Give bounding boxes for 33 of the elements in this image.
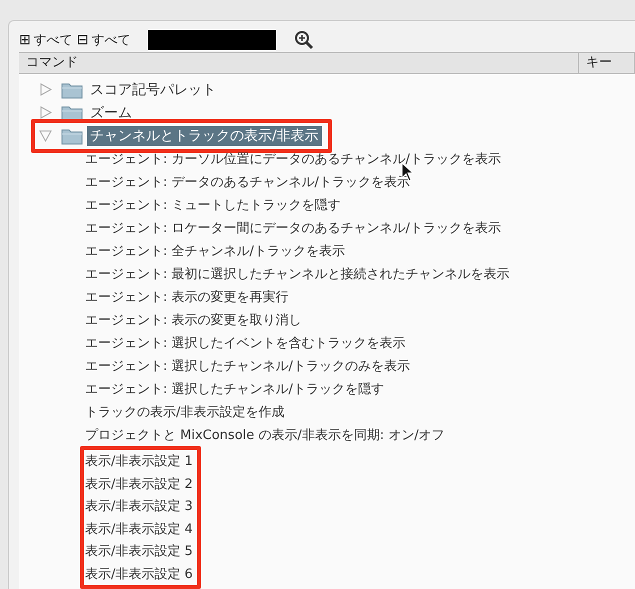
command-item[interactable]: 表示/非表示設定 2 — [85, 474, 193, 493]
command-item[interactable]: 表示/非表示設定 4 — [85, 520, 193, 538]
command-item[interactable]: 表示/非表示設定 1 — [85, 452, 193, 470]
command-item[interactable]: プロジェクトと MixConsole の表示/非表示を同期: オン/オフ — [85, 426, 445, 444]
folder-icon — [61, 126, 83, 144]
command-item[interactable]: エージェント: 表示の変更を取り消し — [85, 310, 302, 328]
collapse-all-button[interactable]: ⊟ すべて — [76, 30, 130, 48]
command-item[interactable]: エージェント: ミュートしたトラックを隠す — [85, 196, 341, 214]
command-item[interactable]: エージェント: 選択したイベントを含むトラックを表示 — [85, 334, 406, 352]
command-item[interactable]: 表示/非表示設定 6 — [85, 564, 193, 583]
command-item[interactable]: エージェント: 選択したチャンネル/トラックを隠す — [85, 380, 384, 398]
command-item[interactable]: エージェント: 選択したチャンネル/トラックのみを表示 — [85, 356, 410, 374]
zoom-in-icon[interactable] — [294, 30, 314, 50]
command-item[interactable]: エージェント: 最初に選択したチャンネルと接続されたチャンネルを表示 — [85, 264, 510, 282]
folder-item[interactable]: ズーム — [87, 102, 135, 122]
expand-icon[interactable] — [39, 83, 52, 96]
command-item[interactable]: エージェント: 全チャンネル/トラックを表示 — [85, 242, 345, 260]
command-item[interactable]: エージェント: カーソル位置にデータのあるチャンネル/トラックを表示 — [85, 150, 501, 168]
expand-all-button[interactable]: ⊞ すべて — [19, 30, 73, 48]
column-header[interactable]: コマンド — [19, 53, 579, 73]
folder-item[interactable]: チャンネルとトラックの表示/非表示 — [87, 126, 322, 146]
command-item[interactable]: 表示/非表示設定 5 — [85, 542, 193, 560]
search-field[interactable] — [148, 30, 276, 50]
folder-icon — [61, 104, 83, 122]
command-item[interactable]: エージェント: ロケーター間にデータのあるチャンネル/トラックを表示 — [85, 218, 501, 236]
expand-icon[interactable] — [39, 106, 52, 119]
folder-item[interactable]: スコア記号パレット — [87, 80, 219, 100]
folder-icon — [61, 80, 83, 98]
command-item[interactable]: 表示/非表示設定 3 — [85, 497, 193, 516]
column-header[interactable]: キー — [579, 53, 635, 73]
command-item[interactable]: トラックの表示/非表示設定を作成 — [85, 402, 284, 420]
command-item[interactable]: エージェント: 表示の変更を再実行 — [85, 288, 289, 306]
collapse-icon[interactable] — [39, 129, 52, 142]
